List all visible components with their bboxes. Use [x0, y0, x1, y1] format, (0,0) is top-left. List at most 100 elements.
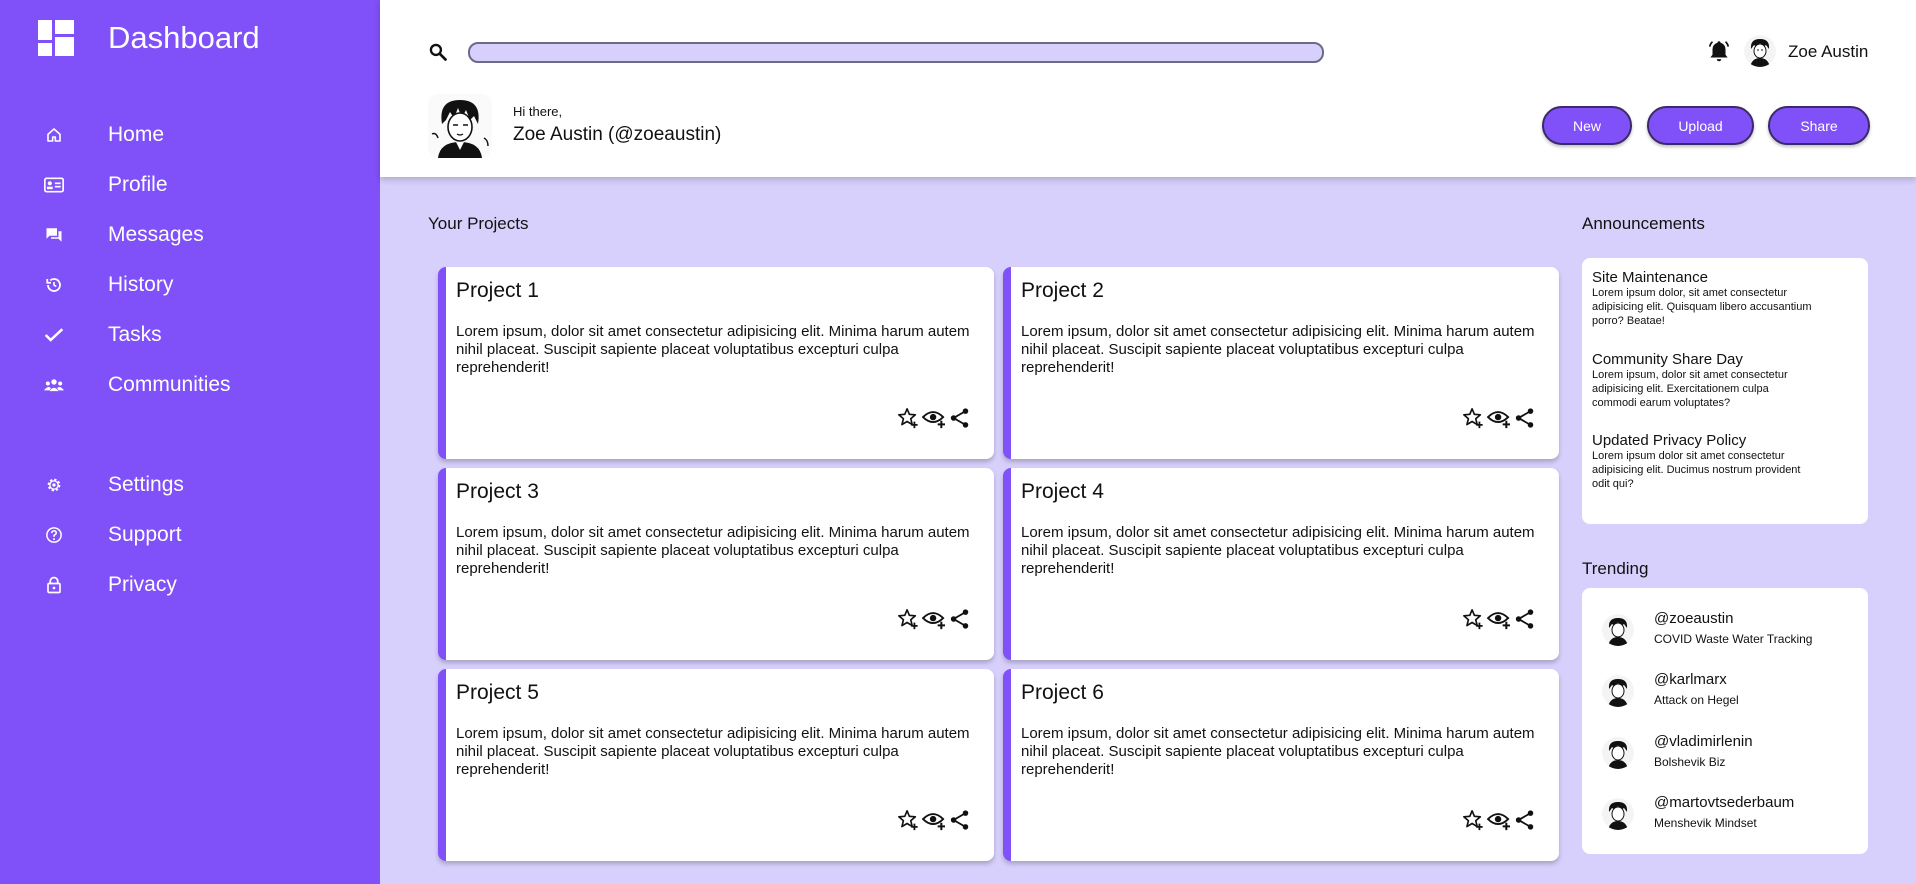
watch-add-icon[interactable]	[922, 405, 946, 431]
sidebar-item-label: History	[108, 273, 174, 296]
project-title: Project 3	[456, 480, 539, 503]
project-title: Project 5	[456, 681, 539, 704]
trending-item[interactable]: @zoeaustin COVID Waste Water Tracking	[1602, 606, 1862, 656]
project-description: Lorem ipsum, dolor sit amet consectetur …	[456, 524, 970, 577]
share-icon[interactable]	[1513, 807, 1537, 833]
share-icon[interactable]	[948, 405, 972, 431]
share-icon[interactable]	[948, 807, 972, 833]
announcement-body: Lorem ipsum dolor sit amet consectetur a…	[1592, 450, 1801, 490]
id-card-icon	[44, 175, 64, 195]
project-description: Lorem ipsum, dolor sit amet consectetur …	[1021, 323, 1535, 376]
dashboard-logo-icon	[38, 20, 74, 56]
project-card[interactable]: Project 1 Lorem ipsum, dolor sit amet co…	[438, 267, 994, 459]
new-button[interactable]: New	[1542, 106, 1632, 145]
announcements-title: Announcements	[1582, 214, 1705, 233]
announcement-item[interactable]: Community Share Day Lorem ipsum, dolor s…	[1592, 351, 1812, 410]
announcements-panel: Site Maintenance Lorem ipsum dolor, sit …	[1582, 258, 1868, 524]
project-actions	[896, 606, 972, 632]
share-icon[interactable]	[1513, 405, 1537, 431]
star-add-icon[interactable]	[896, 606, 920, 632]
avatar[interactable]	[1744, 35, 1776, 67]
project-card[interactable]: Project 5 Lorem ipsum, dolor sit amet co…	[438, 669, 994, 861]
sidebar-item-history[interactable]: History	[0, 265, 380, 305]
greeting-text: Hi there,	[513, 104, 563, 119]
chat-icon	[44, 225, 64, 245]
star-add-icon[interactable]	[1461, 405, 1485, 431]
group-icon	[44, 375, 64, 395]
trending-topic: Attack on Hegel	[1654, 693, 1739, 707]
project-actions	[1461, 606, 1537, 632]
share-button[interactable]: Share	[1768, 106, 1870, 145]
announcement-title: Community Share Day	[1592, 351, 1743, 368]
sidebar-item-profile[interactable]: Profile	[0, 165, 380, 205]
project-actions	[896, 405, 972, 431]
project-card[interactable]: Project 4 Lorem ipsum, dolor sit amet co…	[1003, 468, 1559, 660]
gear-icon	[44, 475, 64, 495]
trending-handle: @vladimirlenin	[1654, 733, 1753, 750]
project-title: Project 1	[456, 279, 539, 302]
trending-handle: @karlmarx	[1654, 671, 1727, 688]
search-input[interactable]	[468, 42, 1324, 63]
announcement-item[interactable]: Site Maintenance Lorem ipsum dolor, sit …	[1592, 269, 1812, 328]
project-description: Lorem ipsum, dolor sit amet consectetur …	[456, 725, 970, 778]
trending-topic: Menshevik Mindset	[1654, 816, 1757, 830]
avatar	[1602, 675, 1634, 707]
sidebar-item-label: Home	[108, 123, 165, 146]
trending-item[interactable]: @karlmarx Attack on Hegel	[1602, 667, 1862, 717]
sidebar-item-messages[interactable]: Messages	[0, 215, 380, 255]
share-icon[interactable]	[948, 606, 972, 632]
trending-item[interactable]: @martovtsederbaum Menshevik Mindset	[1602, 790, 1862, 840]
bell-icon[interactable]	[1706, 38, 1732, 64]
sidebar-item-communities[interactable]: Communities	[0, 365, 380, 405]
trending-topic: Bolshevik Biz	[1654, 755, 1726, 769]
star-add-icon[interactable]	[896, 807, 920, 833]
upload-button[interactable]: Upload	[1647, 106, 1754, 145]
sidebar-item-label: Profile	[108, 173, 168, 196]
share-icon[interactable]	[1513, 606, 1537, 632]
project-title: Project 2	[1021, 279, 1104, 302]
header-user-name[interactable]: Zoe Austin	[1788, 42, 1868, 62]
project-description: Lorem ipsum, dolor sit amet consectetur …	[1021, 524, 1535, 577]
project-description: Lorem ipsum, dolor sit amet consectetur …	[456, 323, 970, 376]
project-actions	[1461, 405, 1537, 431]
sidebar-item-label: Privacy	[108, 573, 177, 596]
announcement-body: Lorem ipsum dolor, sit amet consectetur …	[1592, 287, 1812, 327]
project-actions	[896, 807, 972, 833]
watch-add-icon[interactable]	[922, 606, 946, 632]
sidebar-item-home[interactable]: Home	[0, 115, 380, 155]
header: Zoe Austin Hi there, Zoe Austin (@zoeaus…	[380, 0, 1916, 177]
watch-add-icon[interactable]	[1487, 807, 1511, 833]
check-icon	[44, 325, 64, 345]
sidebar-item-privacy[interactable]: Privacy	[0, 565, 380, 605]
project-description: Lorem ipsum, dolor sit amet consectetur …	[1021, 725, 1535, 778]
watch-add-icon[interactable]	[1487, 606, 1511, 632]
sidebar-item-tasks[interactable]: Tasks	[0, 315, 380, 355]
trending-handle: @martovtsederbaum	[1654, 794, 1795, 811]
trending-topic: COVID Waste Water Tracking	[1654, 632, 1813, 646]
watch-add-icon[interactable]	[922, 807, 946, 833]
announcement-body: Lorem ipsum, dolor sit amet consectetur …	[1592, 369, 1788, 409]
watch-add-icon[interactable]	[1487, 405, 1511, 431]
greeting-user-name: Zoe Austin (@zoeaustin)	[513, 124, 722, 145]
announcement-item[interactable]: Updated Privacy Policy Lorem ipsum dolor…	[1592, 432, 1812, 491]
profile-avatar	[428, 94, 492, 158]
search-icon[interactable]	[428, 42, 448, 62]
sidebar-item-label: Support	[108, 523, 182, 546]
announcement-title: Updated Privacy Policy	[1592, 432, 1747, 449]
history-icon	[44, 275, 64, 295]
sidebar: Dashboard Home Profile Messages History …	[0, 0, 380, 884]
sidebar-item-support[interactable]: Support	[0, 515, 380, 555]
star-add-icon[interactable]	[1461, 807, 1485, 833]
star-add-icon[interactable]	[896, 405, 920, 431]
project-title: Project 6	[1021, 681, 1104, 704]
star-add-icon[interactable]	[1461, 606, 1485, 632]
brand: Dashboard	[38, 18, 260, 58]
project-card[interactable]: Project 3 Lorem ipsum, dolor sit amet co…	[438, 468, 994, 660]
sidebar-item-settings[interactable]: Settings	[0, 465, 380, 505]
home-icon	[44, 125, 64, 145]
trending-item[interactable]: @vladimirlenin Bolshevik Biz	[1602, 729, 1862, 779]
project-card[interactable]: Project 6 Lorem ipsum, dolor sit amet co…	[1003, 669, 1559, 861]
avatar	[1602, 614, 1634, 646]
announcement-title: Site Maintenance	[1592, 269, 1708, 286]
project-card[interactable]: Project 2 Lorem ipsum, dolor sit amet co…	[1003, 267, 1559, 459]
